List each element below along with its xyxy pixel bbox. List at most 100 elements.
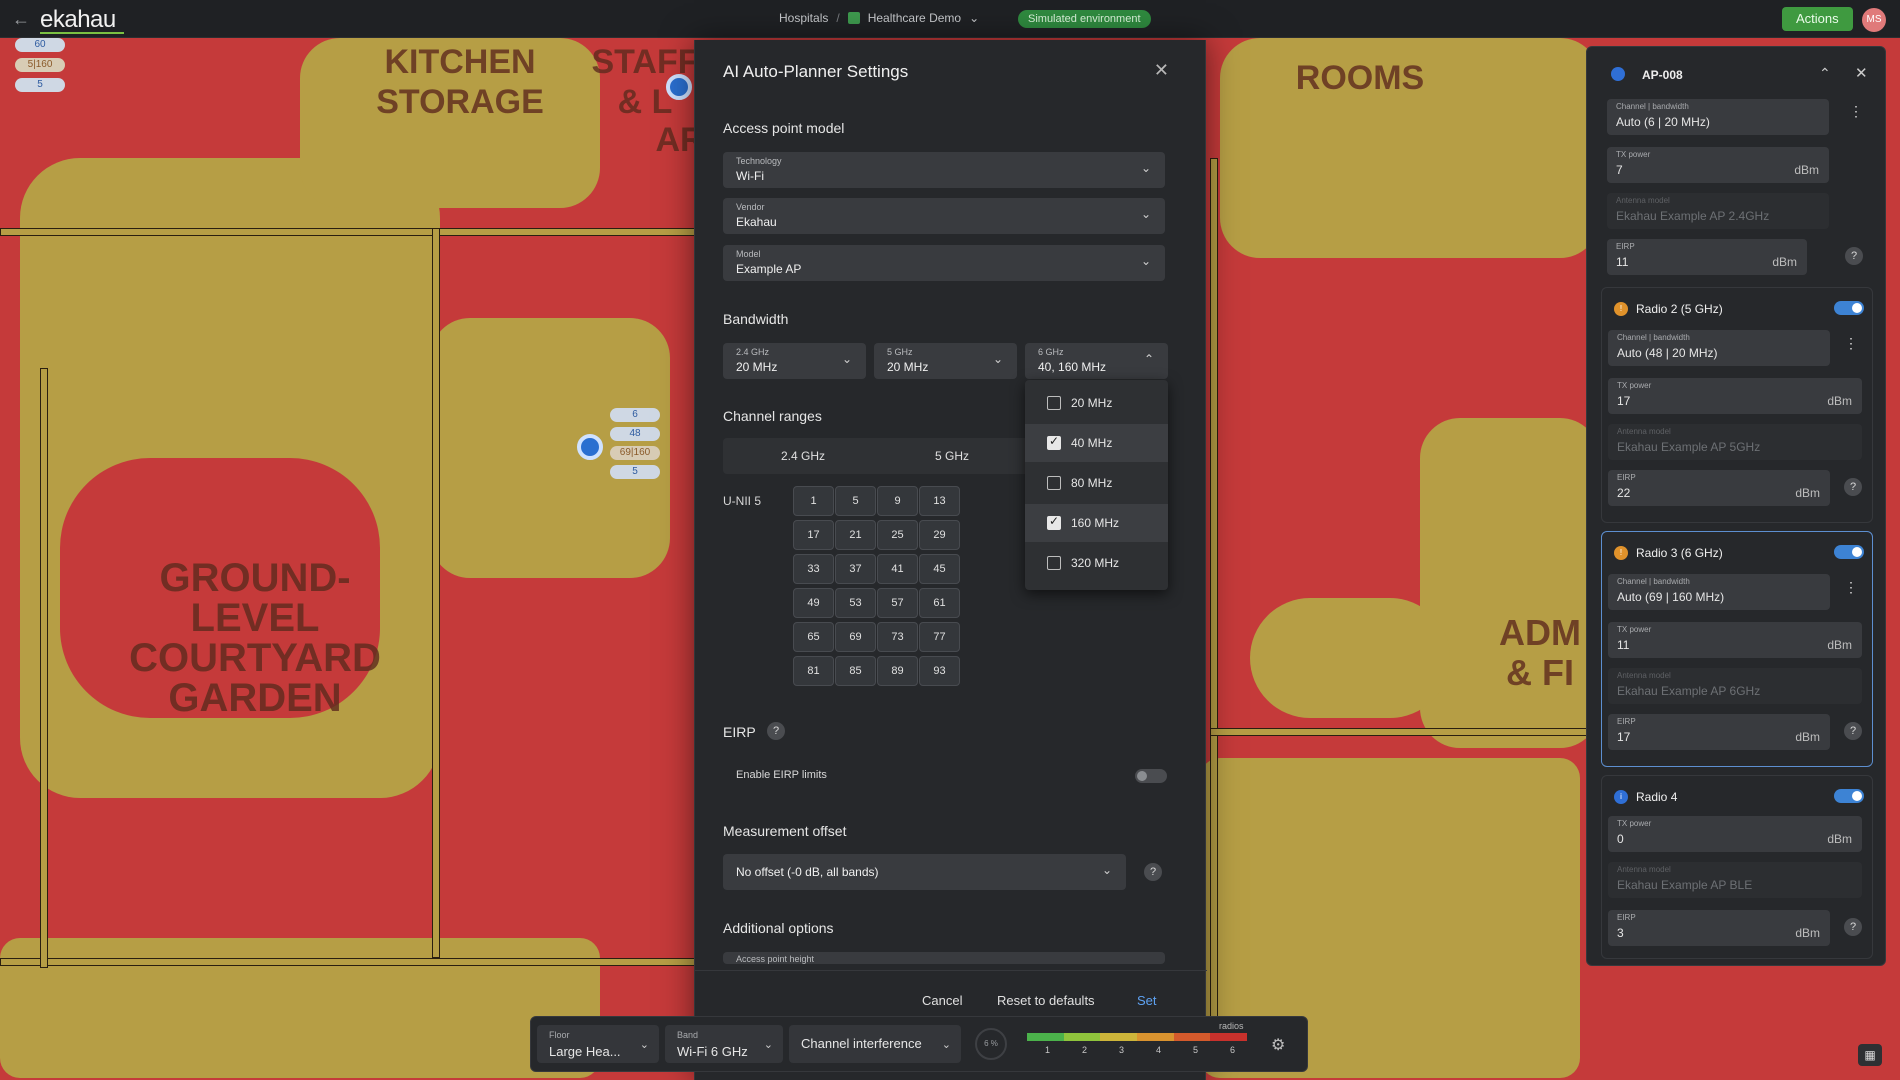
- avatar[interactable]: MS: [1862, 8, 1886, 32]
- radio2-tx-field[interactable]: TX power 17 dBm: [1608, 378, 1862, 414]
- radio2-toggle[interactable]: [1834, 301, 1864, 315]
- help-icon[interactable]: ?: [1144, 863, 1162, 881]
- channel-button[interactable]: 9: [877, 486, 918, 516]
- bandwidth-6ghz-select[interactable]: 6 GHz 40, 160 MHz ⌃: [1025, 343, 1168, 379]
- bw-6-label: 6 GHz: [1038, 347, 1064, 357]
- close-icon[interactable]: ✕: [1855, 64, 1868, 82]
- channel-button[interactable]: 73: [877, 622, 918, 652]
- radio3-tx-field[interactable]: TX power 11 dBm: [1608, 622, 1862, 658]
- view-select[interactable]: Channel interference ⌄: [789, 1025, 961, 1063]
- chevron-up-icon[interactable]: ⌃: [1819, 65, 1831, 82]
- model-select[interactable]: Model Example AP ⌄: [723, 245, 1165, 281]
- channel-button[interactable]: 25: [877, 520, 918, 550]
- channel-button[interactable]: 85: [835, 656, 876, 686]
- channel-button[interactable]: 13: [919, 486, 960, 516]
- more-icon[interactable]: ⋮: [1849, 103, 1863, 120]
- bw-option-80[interactable]: 80 MHz: [1025, 464, 1168, 502]
- radio4-toggle[interactable]: [1834, 789, 1864, 803]
- channel-button[interactable]: 89: [877, 656, 918, 686]
- vendor-select[interactable]: Vendor Ekahau ⌄: [723, 198, 1165, 234]
- cancel-button[interactable]: Cancel: [922, 993, 962, 1008]
- ap-panel-header: AP-008 ⌃ ✕: [1587, 47, 1885, 87]
- breadcrumb-project[interactable]: Hospitals: [779, 11, 828, 25]
- channel-button[interactable]: 61: [919, 588, 960, 618]
- help-icon[interactable]: ?: [767, 722, 785, 740]
- eirp-toggle[interactable]: [1135, 769, 1167, 783]
- floor-select[interactable]: Floor Large Hea... ⌄: [537, 1025, 659, 1063]
- checkbox[interactable]: [1047, 396, 1061, 410]
- channel-button[interactable]: 33: [793, 554, 834, 584]
- radio3-eirp-field[interactable]: EIRP 17 dBm: [1608, 714, 1830, 750]
- field-value: Ekahau Example AP BLE: [1617, 878, 1753, 892]
- radio2-eirp-field[interactable]: EIRP 22 dBm: [1608, 470, 1830, 506]
- close-icon[interactable]: ✕: [1154, 60, 1169, 81]
- field-value: 11: [1616, 255, 1629, 269]
- help-icon[interactable]: ?: [1844, 918, 1862, 936]
- more-icon[interactable]: ⋮: [1844, 579, 1858, 596]
- checkbox-checked[interactable]: [1047, 514, 1061, 530]
- channel-button[interactable]: 1: [793, 486, 834, 516]
- settings-icon[interactable]: ⚙: [1271, 1035, 1285, 1055]
- radio1-tx-field[interactable]: TX power 7 dBm: [1607, 147, 1829, 183]
- bandwidth-5ghz-select[interactable]: 5 GHz 20 MHz ⌄: [874, 343, 1017, 379]
- actions-button[interactable]: Actions: [1782, 7, 1853, 31]
- access-point-marker[interactable]: [666, 74, 692, 100]
- channel-button[interactable]: 57: [877, 588, 918, 618]
- help-icon[interactable]: ?: [1844, 722, 1862, 740]
- ap-height-field[interactable]: Access point height: [723, 952, 1165, 964]
- radio2-card: ! Radio 2 (5 GHz) Channel | bandwidth Auto…: [1601, 287, 1873, 523]
- channel-button[interactable]: 69: [835, 622, 876, 652]
- channel-button[interactable]: 53: [835, 588, 876, 618]
- radio1-channel-field[interactable]: Channel | bandwidth Auto (6 | 20 MHz): [1607, 99, 1829, 135]
- access-point-marker[interactable]: [577, 434, 603, 460]
- bandwidth-24ghz-select[interactable]: 2.4 GHz 20 MHz ⌄: [723, 343, 866, 379]
- channel-button[interactable]: 37: [835, 554, 876, 584]
- radio3-channel-field[interactable]: Channel | bandwidth Auto (69 | 160 MHz): [1608, 574, 1830, 610]
- tab-5ghz[interactable]: 5 GHz: [935, 449, 969, 463]
- radio1-eirp-field[interactable]: EIRP 11 dBm: [1607, 239, 1807, 275]
- channel-button[interactable]: 81: [793, 656, 834, 686]
- more-icon[interactable]: ⋮: [1844, 335, 1858, 352]
- channel-button[interactable]: 29: [919, 520, 960, 550]
- channel-button[interactable]: 77: [919, 622, 960, 652]
- checkbox[interactable]: [1047, 556, 1061, 570]
- bw-5-value: 20 MHz: [887, 360, 929, 374]
- field-label: Channel | bandwidth: [1617, 577, 1690, 586]
- bw-option-40[interactable]: 40 MHz: [1025, 424, 1168, 462]
- help-icon[interactable]: ?: [1845, 247, 1863, 265]
- set-button[interactable]: Set: [1137, 993, 1157, 1008]
- channel-button[interactable]: 49: [793, 588, 834, 618]
- bw-option-20[interactable]: 20 MHz: [1025, 384, 1168, 422]
- arrow-left-icon[interactable]: ←: [12, 9, 30, 30]
- technology-select[interactable]: Technology Wi-Fi ⌄: [723, 152, 1165, 188]
- channel-button[interactable]: 65: [793, 622, 834, 652]
- bw-option-160[interactable]: 160 MHz: [1025, 504, 1168, 542]
- reset-defaults-button[interactable]: Reset to defaults: [997, 993, 1095, 1008]
- field-value: 17: [1617, 730, 1631, 744]
- bw-option-320[interactable]: 320 MHz: [1025, 544, 1168, 582]
- channel-button[interactable]: 21: [835, 520, 876, 550]
- map-icon[interactable]: ▦: [1858, 1044, 1882, 1066]
- chevron-down-icon[interactable]: ⌄: [969, 11, 979, 25]
- measurement-offset-select[interactable]: No offset (-0 dB, all bands) ⌄: [723, 854, 1126, 890]
- channel-button[interactable]: 5: [835, 486, 876, 516]
- radio4-eirp-field[interactable]: EIRP 3 dBm: [1608, 910, 1830, 946]
- channel-button[interactable]: 41: [877, 554, 918, 584]
- band-select[interactable]: Band Wi-Fi 6 GHz ⌄: [665, 1025, 783, 1063]
- radio4-tx-field[interactable]: TX power 0 dBm: [1608, 816, 1862, 852]
- breadcrumb-file[interactable]: Healthcare Demo: [868, 11, 961, 25]
- field-label: TX power: [1617, 819, 1652, 828]
- radio2-name: Radio 2 (5 GHz): [1636, 302, 1723, 316]
- radio3-toggle[interactable]: [1834, 545, 1864, 559]
- app-logo[interactable]: ekahau: [40, 6, 116, 34]
- bottom-toolbar: Floor Large Hea... ⌄ Band Wi-Fi 6 GHz ⌄ …: [530, 1016, 1308, 1072]
- tab-2-4ghz[interactable]: 2.4 GHz: [781, 449, 825, 463]
- channel-button[interactable]: 93: [919, 656, 960, 686]
- radio2-channel-field[interactable]: Channel | bandwidth Auto (48 | 20 MHz): [1608, 330, 1830, 366]
- checkbox-checked[interactable]: [1047, 434, 1061, 450]
- checkbox[interactable]: [1047, 476, 1061, 490]
- channel-button[interactable]: 17: [793, 520, 834, 550]
- channel-button[interactable]: 45: [919, 554, 960, 584]
- auto-planner-settings-dialog: AI Auto-Planner Settings ✕ Access point …: [694, 40, 1207, 1080]
- help-icon[interactable]: ?: [1844, 478, 1862, 496]
